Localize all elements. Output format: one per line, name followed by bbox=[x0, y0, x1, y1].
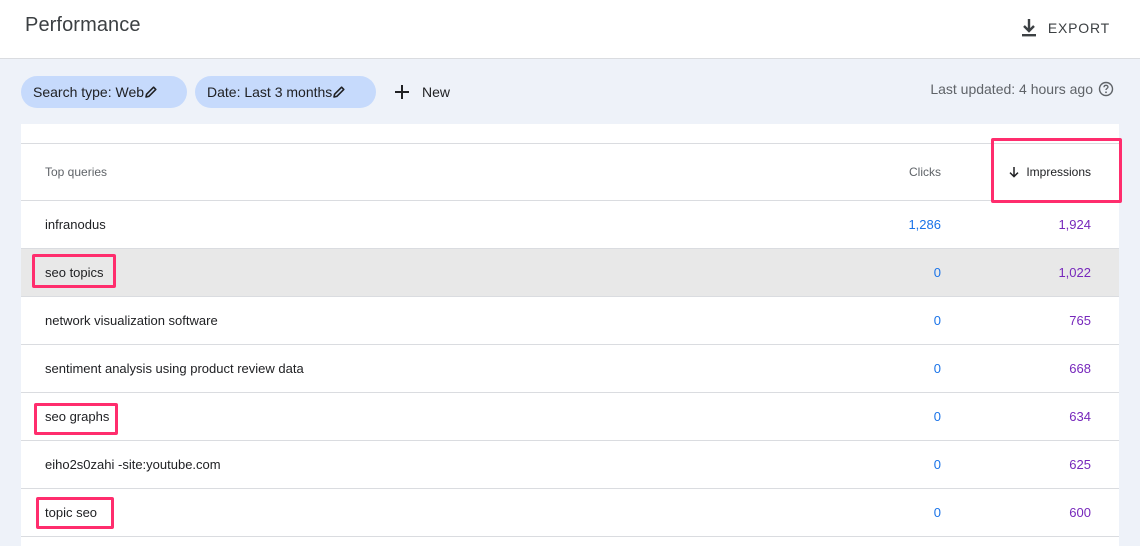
edit-pencil-icon bbox=[332, 85, 346, 99]
help-circle-icon[interactable] bbox=[1093, 81, 1114, 97]
search-type-label: Search type: Web bbox=[33, 84, 145, 100]
arrow-down-icon bbox=[1008, 166, 1026, 178]
query-cell: seo graphs bbox=[45, 409, 110, 424]
date-range-chip[interactable]: Date: Last 3 months bbox=[195, 76, 376, 108]
table-header: Top queries Clicks Impressions bbox=[21, 143, 1119, 201]
impressions-cell: 625 bbox=[1069, 457, 1091, 472]
clicks-cell: 0 bbox=[933, 505, 941, 520]
last-updated-status: Last updated: 4 hours ago bbox=[930, 81, 1114, 97]
table-row[interactable]: seo graphs 0 634 bbox=[21, 393, 1119, 441]
column-header-impressions-label: Impressions bbox=[1026, 165, 1091, 179]
main-content: Search type: Web Date: Last 3 months New… bbox=[0, 59, 1140, 546]
query-cell: infranodus bbox=[45, 217, 106, 232]
header-bar: Performance EXPORT bbox=[0, 0, 1140, 59]
table-row[interactable]: sentiment analysis using product review … bbox=[21, 345, 1119, 393]
impressions-cell: 1,022 bbox=[1058, 265, 1091, 280]
impressions-cell: 634 bbox=[1069, 409, 1091, 424]
column-header-clicks[interactable]: Clicks bbox=[909, 144, 941, 200]
search-type-chip[interactable]: Search type: Web bbox=[21, 76, 187, 108]
queries-table: Top queries Clicks Impressions infranodu… bbox=[21, 124, 1119, 546]
impressions-cell: 1,924 bbox=[1058, 217, 1091, 232]
clicks-cell: 0 bbox=[933, 457, 941, 472]
page-title: Performance bbox=[25, 14, 141, 36]
table-row[interactable]: infranodus 1,286 1,924 bbox=[21, 201, 1119, 249]
plus-icon bbox=[394, 84, 422, 100]
new-filter-button[interactable]: New bbox=[394, 76, 450, 108]
clicks-cell: 0 bbox=[933, 265, 941, 280]
table-row[interactable]: network visualization software 0 765 bbox=[21, 297, 1119, 345]
table-row[interactable]: eiho2s0zahi -site:youtube.com 0 625 bbox=[21, 441, 1119, 489]
query-cell: sentiment analysis using product review … bbox=[45, 361, 304, 376]
query-cell: network visualization software bbox=[45, 313, 218, 328]
download-icon bbox=[1020, 18, 1038, 38]
last-updated-text: Last updated: 4 hours ago bbox=[930, 81, 1093, 97]
new-filter-label: New bbox=[422, 84, 451, 100]
table-row[interactable]: topic seo 0 600 bbox=[21, 489, 1119, 537]
clicks-cell: 1,286 bbox=[908, 217, 941, 232]
date-range-label: Date: Last 3 months bbox=[207, 84, 333, 100]
column-header-impressions[interactable]: Impressions bbox=[1008, 144, 1091, 200]
table-row[interactable]: seo topics 0 1,022 bbox=[21, 249, 1119, 297]
query-cell: eiho2s0zahi -site:youtube.com bbox=[45, 457, 221, 472]
export-label: EXPORT bbox=[1047, 20, 1110, 36]
query-cell: seo topics bbox=[45, 265, 104, 280]
clicks-cell: 0 bbox=[933, 313, 941, 328]
clicks-cell: 0 bbox=[933, 361, 941, 376]
query-cell: topic seo bbox=[45, 505, 98, 520]
column-header-query[interactable]: Top queries bbox=[45, 144, 107, 200]
edit-pencil-icon bbox=[144, 85, 158, 99]
clicks-cell: 0 bbox=[933, 409, 941, 424]
impressions-cell: 668 bbox=[1069, 361, 1091, 376]
export-button[interactable]: EXPORT bbox=[1020, 16, 1110, 40]
impressions-cell: 765 bbox=[1069, 313, 1091, 328]
impressions-cell: 600 bbox=[1069, 505, 1091, 520]
